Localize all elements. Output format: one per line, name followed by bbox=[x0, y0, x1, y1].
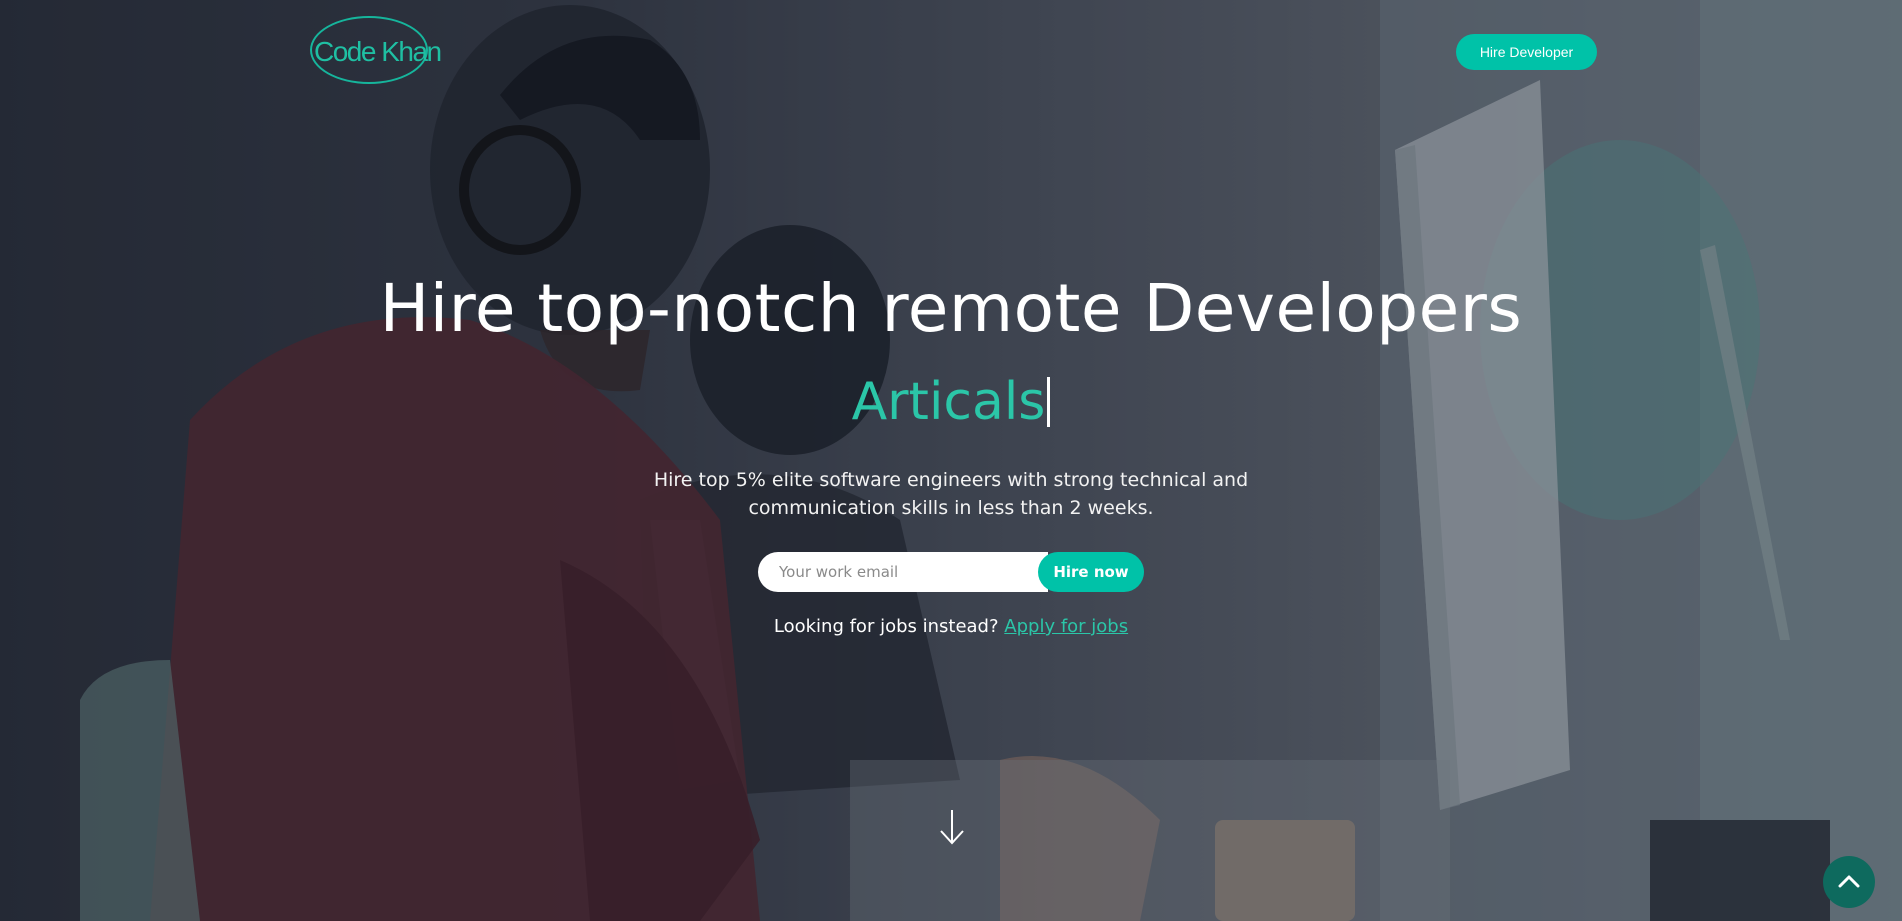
hire-developer-button[interactable]: Hire Developer bbox=[1456, 34, 1597, 70]
back-to-top-button[interactable] bbox=[1823, 856, 1875, 908]
brand-logo[interactable]: Code Khan bbox=[310, 16, 442, 88]
chevron-up-icon bbox=[1838, 873, 1860, 892]
typed-text: Articals bbox=[0, 372, 1902, 432]
hero-overlay bbox=[0, 0, 1902, 921]
jobs-prompt-line: Looking for jobs instead? Apply for jobs bbox=[0, 616, 1902, 637]
jobs-prompt-text: Looking for jobs instead? bbox=[773, 616, 999, 637]
apply-for-jobs-link[interactable]: Apply for jobs bbox=[1004, 616, 1128, 637]
typed-word: Articals bbox=[851, 372, 1046, 432]
typing-cursor bbox=[1047, 377, 1051, 427]
hire-form: Hire now bbox=[758, 552, 1144, 592]
logo-text: Code Khan bbox=[314, 36, 442, 67]
hire-now-button[interactable]: Hire now bbox=[1038, 552, 1144, 592]
work-email-input[interactable] bbox=[758, 552, 1048, 592]
arrow-down-icon[interactable] bbox=[938, 808, 966, 846]
hero-subtext: Hire top 5% elite software engineers wit… bbox=[653, 469, 1249, 519]
hero-headline: Hire top-notch remote Developers bbox=[379, 270, 1523, 347]
